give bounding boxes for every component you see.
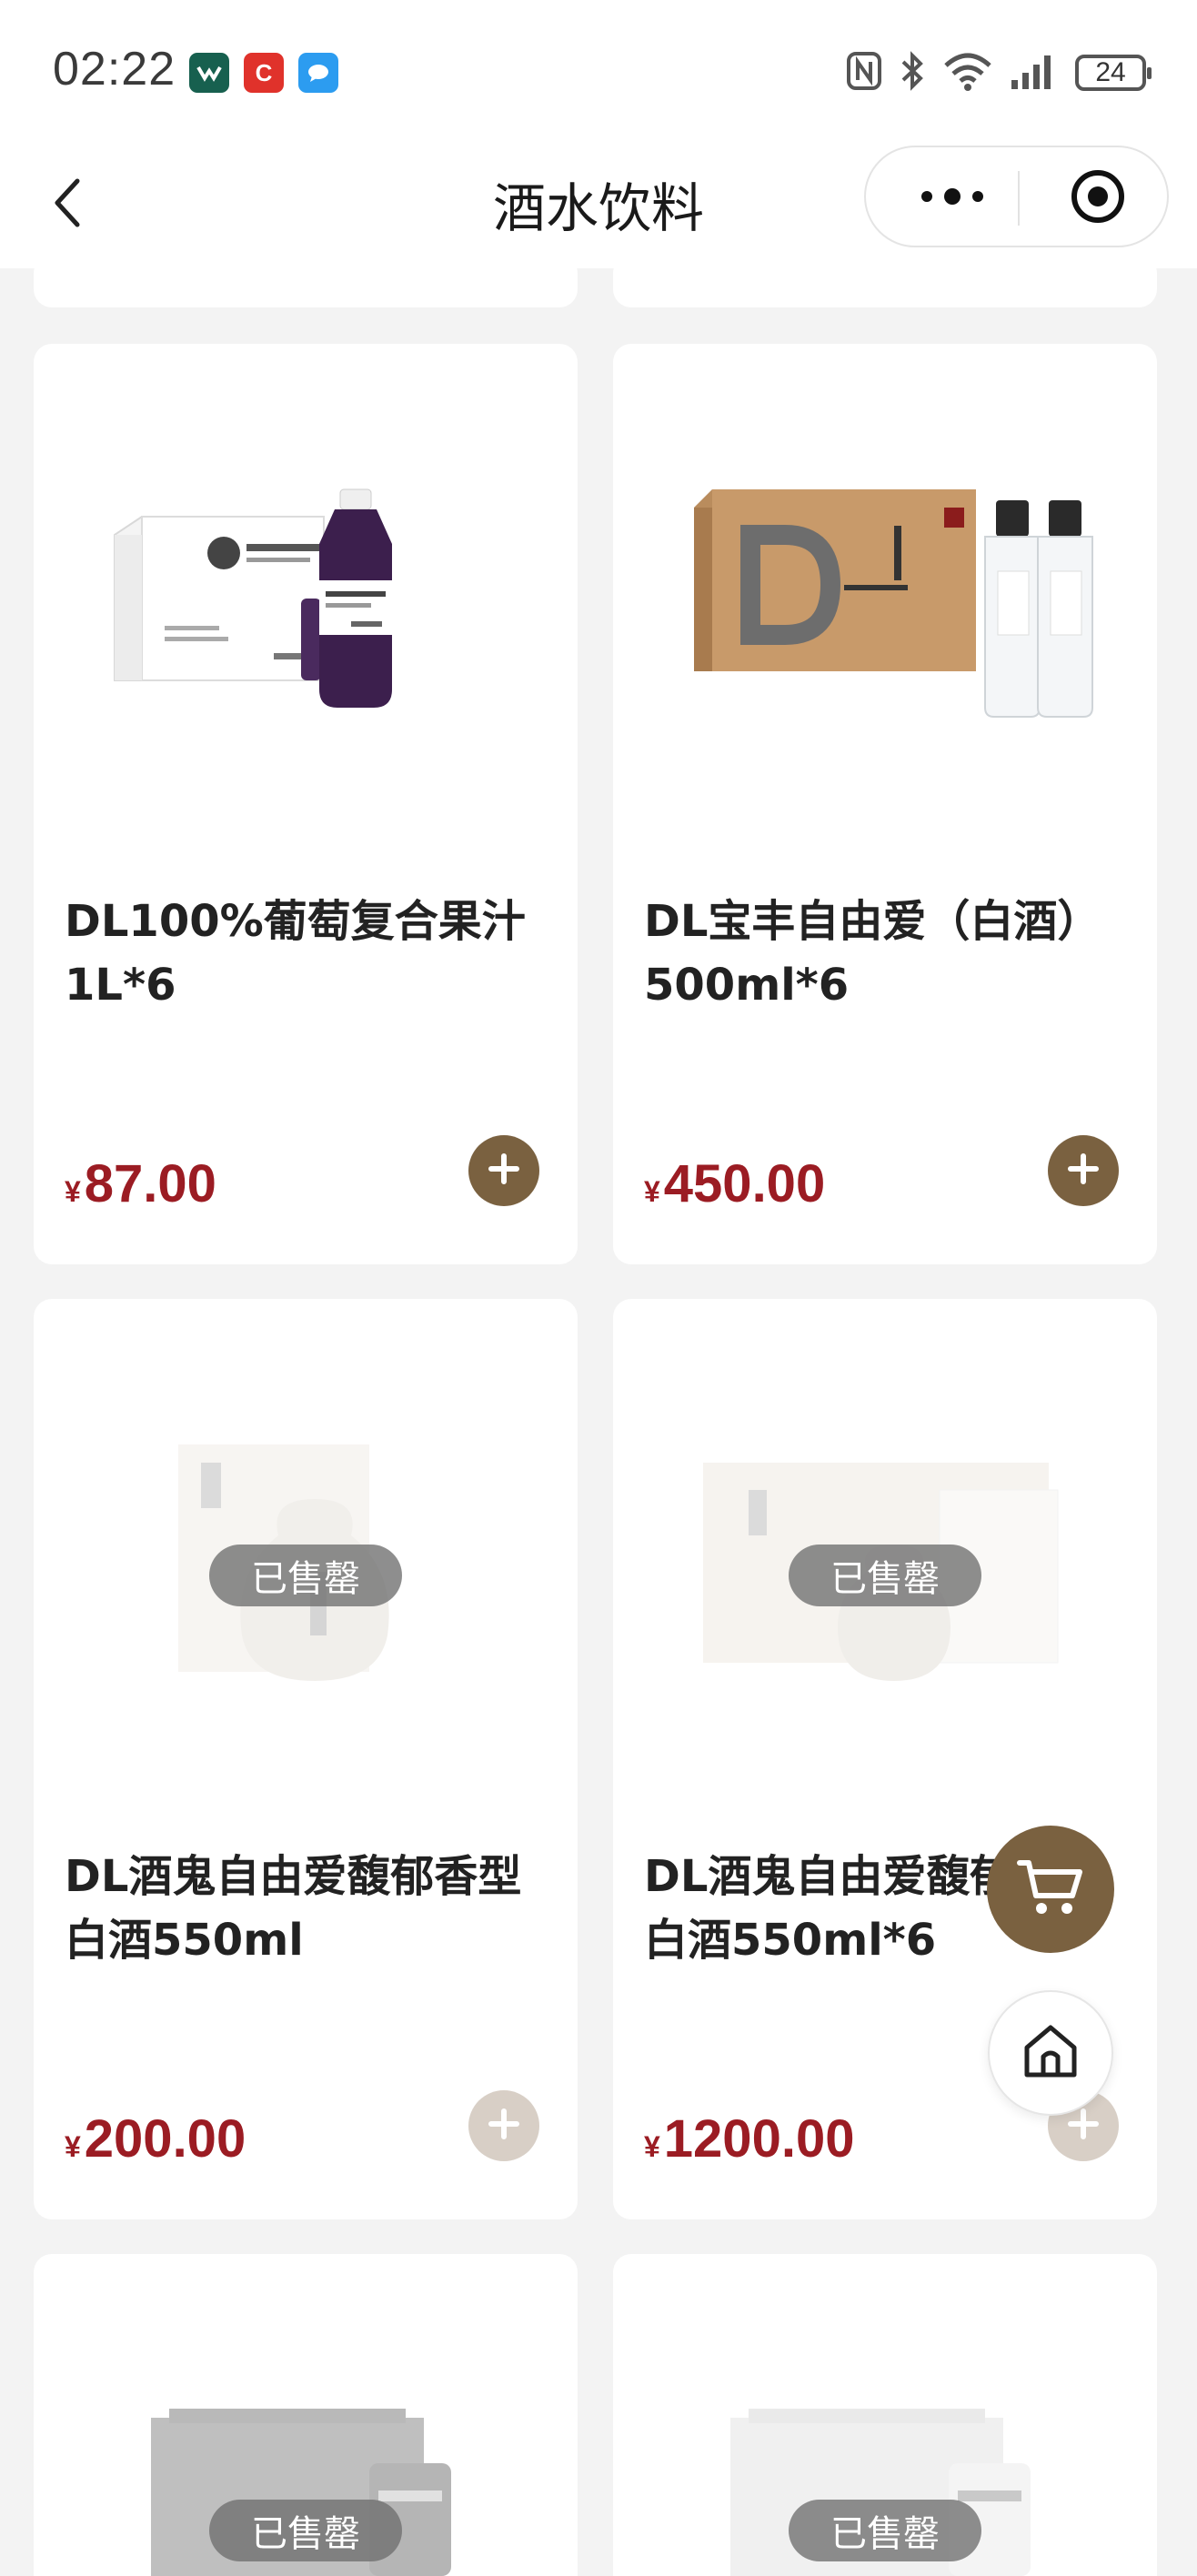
product-card-partial[interactable] (34, 255, 578, 307)
home-icon (1018, 2018, 1083, 2088)
price-value: 1200.00 (663, 2109, 855, 2168)
product-price: ¥200.00 (65, 2108, 246, 2169)
product-card-partial[interactable] (613, 255, 1157, 307)
bluetooth-icon (899, 49, 926, 96)
product-price: ¥450.00 (644, 1153, 825, 1214)
app-icon-c: C (244, 53, 284, 93)
cart-icon (1016, 1856, 1085, 1923)
add-to-cart-button-disabled (468, 2090, 539, 2161)
status-bar: 02:22 C 24 (0, 0, 1197, 146)
mini-program-capsule (864, 146, 1169, 247)
currency-symbol: ¥ (644, 2130, 660, 2163)
target-close-icon (1069, 167, 1127, 229)
battery-level: 24 (1095, 57, 1126, 87)
close-button[interactable] (1048, 147, 1148, 249)
product-card[interactable]: 已售罄 (613, 2254, 1157, 2576)
currency-symbol: ¥ (65, 1175, 81, 1208)
product-name: DL酒鬼自由爱馥郁香型白酒550ml (65, 1851, 522, 1966)
app-icon-message (298, 53, 338, 93)
more-dots-icon (918, 186, 987, 211)
price-value: 450.00 (663, 1154, 826, 1213)
plus-icon (486, 1151, 522, 1191)
sold-out-badge: 已售罄 (789, 2500, 981, 2561)
app-icon-green (189, 53, 229, 93)
product-card[interactable]: DL宝丰自由爱（白酒）500ml*6 ¥450.00 (613, 344, 1157, 1264)
add-to-cart-button[interactable] (1048, 1135, 1119, 1206)
product-price: ¥87.00 (65, 1153, 216, 1214)
currency-symbol: ¥ (65, 2130, 81, 2163)
nfc-icon (846, 51, 882, 95)
product-name: DL宝丰自由爱（白酒）500ml*6 (644, 896, 1101, 1011)
sold-out-badge: 已售罄 (209, 2500, 402, 2561)
more-button[interactable] (902, 147, 1002, 249)
signal-icon (1010, 51, 1059, 95)
battery-icon: 24 (1075, 55, 1152, 91)
cart-button[interactable] (987, 1826, 1114, 1953)
wifi-icon (942, 51, 993, 95)
status-time: 02:22 (53, 43, 176, 96)
product-name: DL100%葡萄复合果汁1L*6 (65, 896, 526, 1011)
product-card[interactable]: DL100%葡萄复合果汁1L*6 ¥87.00 (34, 344, 578, 1264)
status-indicators: 24 (846, 45, 1152, 100)
price-value: 87.00 (84, 1154, 216, 1213)
currency-symbol: ¥ (644, 1175, 660, 1208)
product-image-baijiu (613, 344, 1157, 853)
product-image-juice (34, 344, 578, 853)
price-value: 200.00 (84, 2109, 246, 2168)
capsule-divider (1018, 171, 1020, 226)
sold-out-badge: 已售罄 (789, 1545, 981, 1606)
product-card[interactable]: 已售罄 (34, 2254, 578, 2576)
sold-out-badge: 已售罄 (209, 1545, 402, 1606)
product-card[interactable]: 已售罄 DL酒鬼自由爱馥郁香型白酒550ml ¥200.00 (34, 1299, 578, 2219)
product-price: ¥1200.00 (644, 2108, 854, 2169)
nav-bar: 酒水饮料 (0, 146, 1197, 268)
plus-icon (486, 2106, 522, 2146)
plus-icon (1065, 1151, 1101, 1191)
add-to-cart-button[interactable] (468, 1135, 539, 1206)
home-button[interactable] (988, 1990, 1113, 2116)
